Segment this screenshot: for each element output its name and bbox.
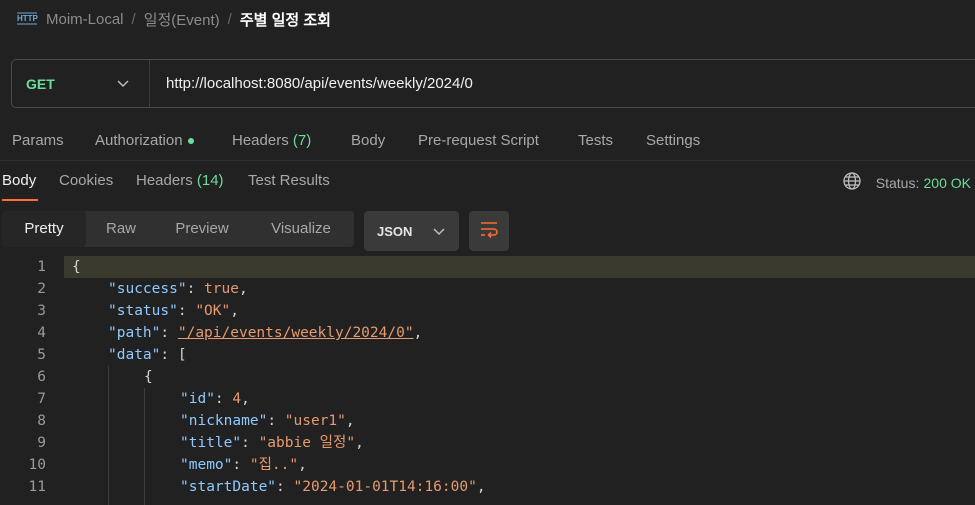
tab-pre-request-script[interactable]: Pre-request Script (418, 132, 539, 149)
tab-settings[interactable]: Settings (646, 132, 700, 149)
tab-label: Headers (232, 131, 289, 149)
format-label: JSON (377, 223, 413, 239)
line-number: 8 (37, 413, 46, 429)
tab-params[interactable]: Params (12, 132, 64, 149)
headers-count: (7) (292, 131, 312, 149)
json-key: "nickname" (180, 413, 268, 429)
code-line: 5 "data": [ (0, 344, 975, 366)
wrap-lines-icon (479, 220, 499, 242)
json-key: "startDate" (180, 479, 277, 495)
json-value: "user1" (284, 413, 346, 429)
json-key: "path" (108, 325, 161, 341)
json-value: 4 (232, 391, 242, 407)
view-pretty[interactable]: Pretty (2, 211, 86, 247)
format-dropdown[interactable]: JSON (364, 211, 459, 251)
response-tab-body[interactable]: Body (2, 172, 36, 189)
json-key: "title" (180, 435, 242, 451)
request-url-bar: GET (11, 59, 975, 108)
json-value: true (204, 281, 239, 297)
request-name[interactable]: 주별 일정 조회 (240, 9, 331, 30)
json-value: "abbie 일정" (258, 435, 356, 451)
code-line: 2 "success": true, (0, 278, 975, 300)
svg-text:HTTP: HTTP (17, 14, 38, 23)
breadcrumb-folder[interactable]: 일정(Event) (144, 9, 220, 30)
json-key: "memo" (180, 457, 233, 473)
globe-icon[interactable] (842, 171, 862, 195)
line-number: 1 (37, 259, 46, 275)
json-link-value[interactable]: "/api/events/weekly/2024/0" (178, 325, 414, 341)
tab-label: Authorization (95, 131, 183, 149)
breadcrumb-collection[interactable]: Moim-Local (46, 11, 124, 28)
view-mode-selector: Pretty Raw Preview Visualize (2, 211, 354, 247)
view-visualize[interactable]: Visualize (248, 211, 354, 247)
json-bracket: [ (177, 347, 187, 363)
chevron-down-icon (433, 223, 445, 240)
response-body-editor[interactable]: 1{ 2 "success": true, 3 "status": "OK", 4 "… (0, 256, 975, 505)
code-line: 3 "status": "OK", (0, 300, 975, 322)
line-number: 5 (37, 347, 46, 363)
response-headers-count: (14) (196, 172, 224, 189)
tab-label: Headers (136, 172, 193, 189)
line-number: 7 (37, 391, 46, 407)
method-label: GET (26, 75, 55, 92)
code-line: 9 "title": "abbie 일정", (0, 432, 975, 454)
json-value: "OK" (195, 303, 231, 319)
tab-label: Params (12, 131, 64, 149)
line-number: 9 (37, 435, 46, 451)
active-tab-indicator (2, 199, 38, 201)
response-status: Status: 200 OK (842, 171, 971, 195)
json-key: "id" (180, 391, 215, 407)
status-value[interactable]: 200 OK (924, 175, 971, 191)
url-input[interactable] (150, 59, 975, 108)
tab-body[interactable]: Body (351, 132, 385, 149)
json-value: "2024-01-01T14:16:00" (293, 479, 477, 495)
view-raw[interactable]: Raw (86, 211, 156, 247)
status-dot-icon (187, 137, 194, 144)
tab-label: Tests (578, 131, 614, 149)
tab-tests[interactable]: Tests (578, 132, 613, 149)
code-line: 6{ (0, 366, 975, 388)
code-line: 7 "id": 4, (0, 388, 975, 410)
wrap-lines-button[interactable] (469, 211, 509, 251)
code-text: { (144, 369, 153, 385)
line-number: 2 (37, 281, 46, 297)
request-tabs: Params Authorization Headers (7) Body Pr… (0, 120, 975, 161)
view-preview[interactable]: Preview (156, 211, 248, 247)
status-label: Status: (875, 174, 920, 191)
json-key: "data" (108, 347, 161, 363)
tab-authorization[interactable]: Authorization (95, 132, 194, 149)
response-tab-headers[interactable]: Headers (14) (136, 172, 224, 189)
response-tab-cookies[interactable]: Cookies (59, 172, 113, 189)
code-line: 11 "startDate": "2024-01-01T14:16:00", (0, 476, 975, 498)
breadcrumb-separator: / (227, 10, 232, 28)
json-key: "success" (108, 281, 187, 297)
response-tabs: Body Cookies Headers (14) Test Results S… (0, 161, 975, 201)
json-value: "집.." (249, 457, 299, 473)
json-key: "status" (108, 303, 178, 319)
tab-label: Body (351, 131, 386, 149)
method-dropdown[interactable]: GET (12, 60, 150, 107)
chevron-down-icon (117, 75, 129, 92)
code-line: 4 "path": "/api/events/weekly/2024/0", (0, 322, 975, 344)
code-line: 1{ (0, 256, 975, 278)
tab-label: Settings (646, 131, 701, 149)
line-number: 10 (28, 457, 46, 473)
http-file-icon: HTTP (16, 8, 38, 30)
code-text: { (72, 259, 81, 275)
line-number: 11 (28, 479, 46, 495)
code-line: 8 "nickname": "user1", (0, 410, 975, 432)
breadcrumb: HTTP Moim-Local / 일정(Event) / 주별 일정 조회 (16, 8, 331, 30)
line-number: 6 (37, 369, 46, 385)
breadcrumb-separator: / (131, 10, 136, 28)
response-tab-test-results[interactable]: Test Results (248, 172, 330, 189)
tab-label: Pre-request Script (418, 131, 539, 149)
code-line: 10 "memo": "집..", (0, 454, 975, 476)
line-number: 3 (37, 303, 46, 319)
tab-headers[interactable]: Headers (7) (232, 132, 311, 149)
line-number: 4 (37, 325, 46, 341)
